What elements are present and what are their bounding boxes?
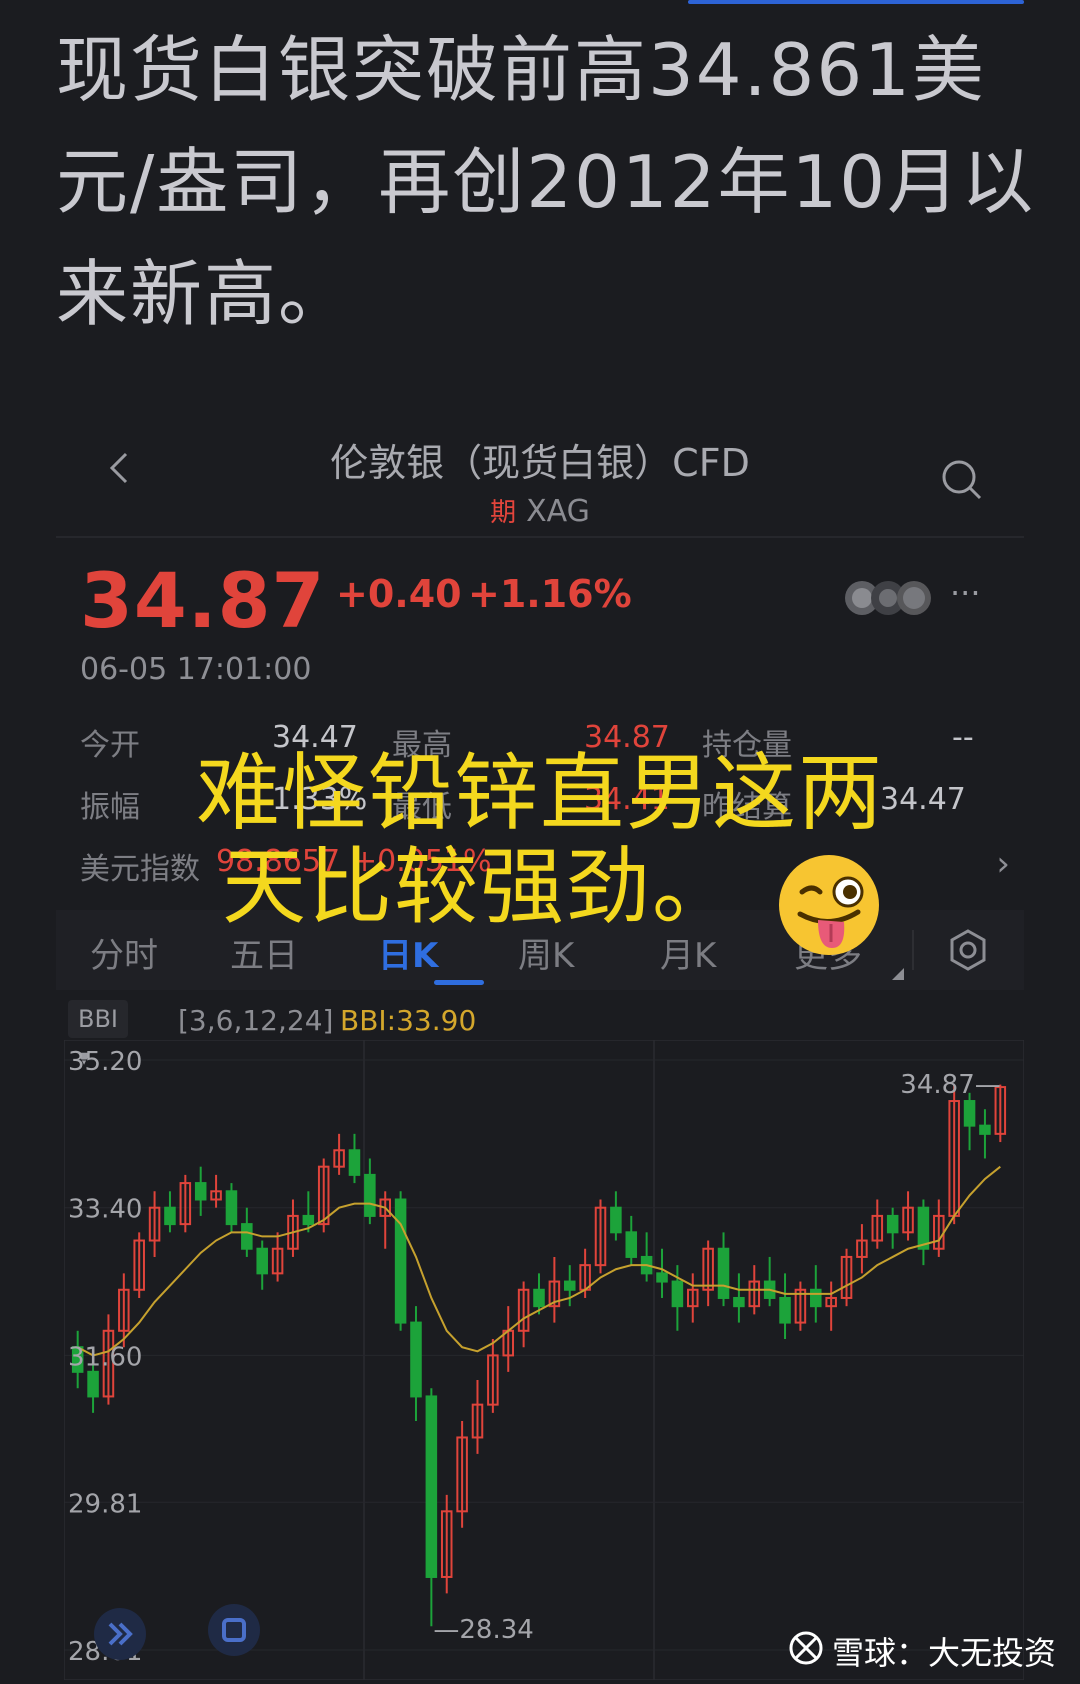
- candle-body: [164, 1206, 176, 1226]
- candle-body: [810, 1288, 822, 1308]
- expand-icon[interactable]: [206, 1602, 262, 1658]
- y-tick-label: 35.20: [68, 1047, 142, 1077]
- indicator-params: [3,6,12,24]: [178, 1004, 334, 1037]
- candle-body: [302, 1214, 315, 1226]
- candle-body: [979, 1124, 991, 1135]
- quote-time: 06-05 17:01:00: [80, 652, 312, 687]
- candle-body: [625, 1231, 638, 1258]
- candle-body: [194, 1182, 207, 1201]
- candle-body: [963, 1100, 976, 1127]
- price-change-percent: +1.16%: [468, 572, 632, 616]
- header-divider: [56, 536, 1024, 538]
- headline-text: 现货白银突破前高34.861美元/盎司，再创2012年10月以来新高。: [56, 28, 1036, 336]
- winking-face-with-tongue-icon: [779, 855, 879, 955]
- quote-navbar: 伦敦银（现货白银）CFD 期 XAG: [56, 420, 1024, 538]
- candle-body: [733, 1296, 745, 1308]
- candle-body: [364, 1173, 376, 1217]
- indicator-select[interactable]: BBI ▾: [68, 1000, 129, 1071]
- indicator-value: BBI:33.90: [340, 1004, 477, 1037]
- instrument-subtitle: 期 XAG: [56, 492, 1024, 529]
- active-tab-underline: [434, 980, 484, 985]
- futures-tag: 期: [490, 498, 517, 528]
- candle-body: [241, 1223, 253, 1250]
- more-options-icon[interactable]: ···: [950, 574, 981, 612]
- plot-border: [64, 1040, 1024, 1680]
- candle-body: [563, 1280, 576, 1291]
- candle-body: [533, 1288, 545, 1308]
- candle-body: [717, 1247, 730, 1299]
- candlestick-chart[interactable]: 35.2033.4031.6029.8128.0134.87——28.34: [64, 1040, 1024, 1680]
- caption-line: 难怪铅锌直男这两: [195, 744, 884, 842]
- y-tick-label: 33.40: [68, 1195, 142, 1225]
- candle-body: [87, 1370, 99, 1398]
- candle-body: [610, 1206, 622, 1234]
- candle-body: [917, 1206, 930, 1250]
- candle-body: [656, 1272, 668, 1283]
- candle-body: [886, 1214, 899, 1234]
- y-tick-label: 29.81: [68, 1489, 142, 1519]
- low-price-label: —28.34: [433, 1615, 533, 1645]
- candle-body: [256, 1247, 268, 1275]
- double-chevron-right-icon[interactable]: [92, 1606, 148, 1662]
- indicator-name: BBI: [78, 1005, 119, 1033]
- watermark-text: 雪球：大无投资: [832, 1634, 1057, 1672]
- candle-body: [348, 1149, 361, 1176]
- candle-body: [671, 1280, 684, 1308]
- instrument-title: 伦敦银（现货白银）CFD: [330, 441, 750, 485]
- more-dropdown-indicator-icon: [892, 968, 904, 980]
- symbol-code: XAG: [526, 494, 590, 529]
- search-icon[interactable]: [940, 458, 984, 502]
- price-change: +0.40: [336, 572, 462, 616]
- candle-body: [394, 1198, 407, 1324]
- high-price-label: 34.87—: [900, 1070, 1000, 1100]
- last-price: 34.87: [80, 556, 326, 645]
- candle-body: [410, 1321, 422, 1398]
- top-accent-bar: [688, 0, 1024, 4]
- candle-body: [779, 1296, 791, 1324]
- candle-body: [225, 1190, 238, 1226]
- user-avatars-icon[interactable]: [842, 578, 934, 618]
- snowball-logo-icon: [789, 1631, 823, 1665]
- y-tick-label: 31.60: [68, 1342, 142, 1372]
- candle-body: [425, 1395, 438, 1578]
